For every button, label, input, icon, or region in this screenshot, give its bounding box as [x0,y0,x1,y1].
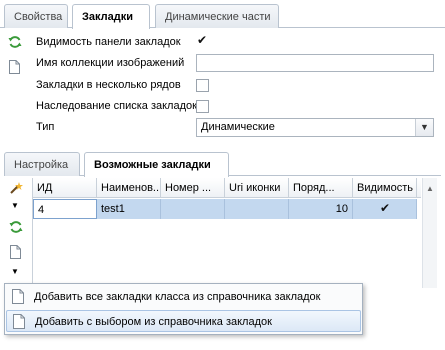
chevron-down-icon[interactable]: ▼ [415,119,433,136]
document-icon [12,289,24,304]
table-row[interactable]: 4 test1 10 [33,199,421,219]
multirow-row: Закладки в несколько рядов [36,76,436,94]
tab-possible-bookmarks-label: Возможные закладки [94,159,211,171]
column-header[interactable]: Uri иконки [225,178,289,198]
tab-bookmarks[interactable]: Закладки [72,4,150,29]
properties-panel: Видимость панели закладок Имя коллекции … [0,29,445,147]
collection-input[interactable] [196,54,434,72]
cell-id[interactable]: 4 [33,199,97,219]
column-header[interactable]: Наименов... [97,178,161,198]
document-icon[interactable] [10,245,21,259]
column-header[interactable]: ИД [33,178,97,198]
add-bookmarks-menu: Добавить все закладки класса из справочн… [4,283,363,335]
document-icon [13,314,25,329]
tab-properties-label: Свойства [14,11,63,23]
tab-settings[interactable]: Настройка [4,152,80,176]
top-tab-bar: Свойства Закладки Динамические части [0,0,445,29]
bookmarks-grid: ИД Наименов... Номер ... Uri иконки Поря… [32,178,421,288]
cell-number[interactable] [161,199,225,219]
type-select[interactable]: Динамические ▼ [196,118,434,137]
refresh-icon[interactable] [8,35,22,49]
collection-label: Имя коллекции изображений [36,57,185,69]
visibility-row: Видимость панели закладок [36,33,436,51]
grid-header: ИД Наименов... Номер ... Uri иконки Поря… [33,178,421,198]
menu-item-label: Добавить все закладки класса из справочн… [34,291,321,303]
magic-wand-icon[interactable] [9,181,23,195]
tab-dynamic-parts-label: Динамические части [165,11,271,23]
grid-toolbar: ▼ ▼ [4,177,28,287]
multirow-checkbox[interactable] [196,79,209,92]
sub-tab-bar: Настройка Возможные закладки [4,150,441,177]
inherit-checkbox[interactable] [196,100,209,113]
multirow-label: Закладки в несколько рядов [36,79,181,91]
dropdown-arrow-icon[interactable]: ▼ [11,267,25,281]
cell-visible[interactable] [353,199,417,219]
type-select-value: Динамические [201,121,275,133]
collection-row: Имя коллекции изображений [36,54,436,72]
type-label: Тип [36,121,55,133]
menu-item-label: Добавить с выбором из справочника заклад… [35,316,272,328]
column-header[interactable]: Поряд... [289,178,353,198]
visibility-label: Видимость панели закладок [36,36,181,48]
tab-dynamic-parts[interactable]: Динамические части [155,4,279,28]
menu-item-add-all[interactable]: Добавить все закладки класса из справочн… [6,286,361,308]
refresh-icon[interactable] [9,220,23,234]
dropdown-arrow-icon[interactable]: ▼ [11,201,25,215]
cell-uri[interactable] [225,199,289,219]
column-header[interactable]: Видимость [353,178,417,198]
cell-name[interactable]: test1 [97,199,161,219]
grid-scrollbar[interactable]: ▲ [422,178,437,288]
column-header[interactable]: Номер ... [161,178,225,198]
cell-order[interactable]: 10 [289,199,353,219]
inherit-row: Наследование списка закладок [36,97,436,115]
tab-possible-bookmarks[interactable]: Возможные закладки [84,152,229,177]
type-row: Тип Динамические ▼ [36,118,436,137]
menu-item-add-with-selection[interactable]: Добавить с выбором из справочника заклад… [6,310,361,332]
visibility-checkbox[interactable] [196,33,209,48]
scroll-up-icon[interactable]: ▲ [426,184,434,193]
visible-checkbox[interactable] [379,201,392,216]
document-icon[interactable] [9,60,20,74]
tab-properties[interactable]: Свойства [4,4,68,28]
tab-settings-label: Настройка [14,159,69,171]
inherit-label: Наследование списка закладок [36,100,197,112]
tab-bookmarks-label: Закладки [82,11,134,23]
